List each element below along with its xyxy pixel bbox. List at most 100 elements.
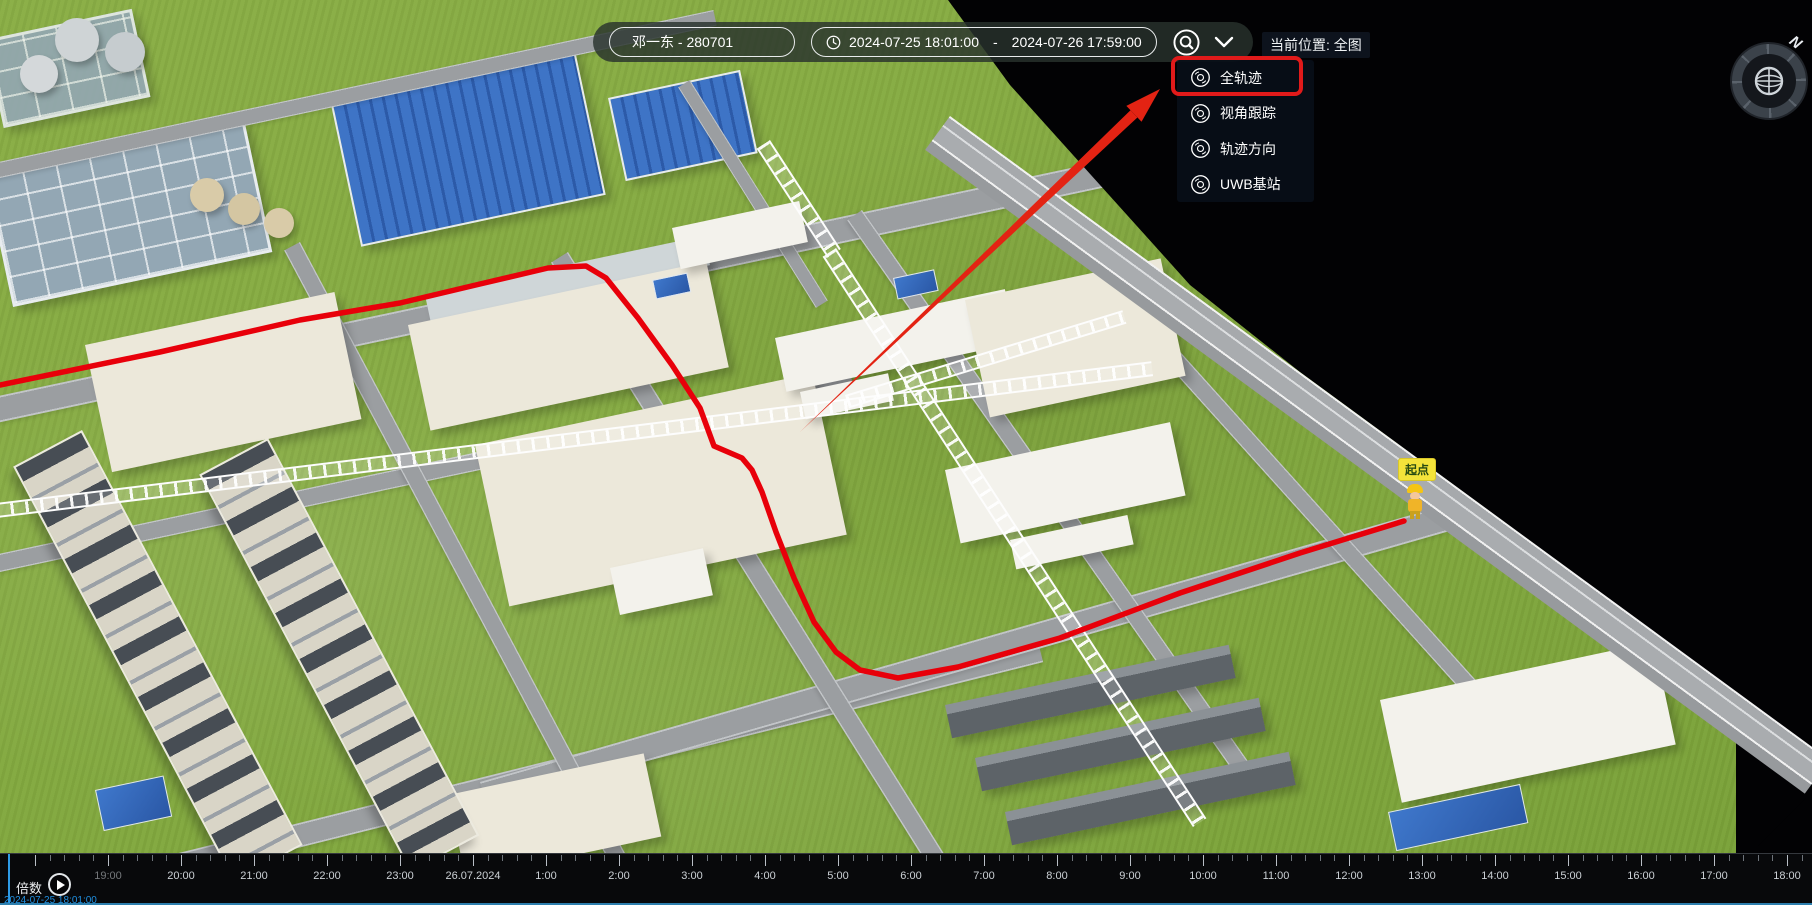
timeline-tick — [1743, 855, 1744, 861]
timeline-tick-label: 8:00 — [1022, 870, 1092, 882]
timeline-tick — [225, 855, 226, 861]
timeline-tick — [64, 855, 65, 861]
timeline-tick — [502, 855, 503, 861]
timeline-tick — [809, 855, 810, 861]
timeline-tick — [1699, 855, 1700, 861]
timeline-tick — [1612, 855, 1613, 861]
timeline-tick — [1042, 855, 1043, 861]
timeline-tick — [1057, 855, 1058, 866]
play-icon — [57, 880, 65, 890]
timeline-tick — [1334, 855, 1335, 861]
timeline-tick — [955, 855, 956, 861]
timeline-tick — [926, 855, 927, 861]
dropdown-toggle-button[interactable] — [1214, 36, 1234, 48]
timeline-tick — [312, 855, 313, 861]
timeline-tick — [1626, 855, 1627, 861]
timeline-tick — [458, 855, 459, 861]
timeline-tick-label: 7:00 — [949, 870, 1019, 882]
timeline-tick — [780, 855, 781, 861]
timeline-tick — [473, 855, 474, 866]
timeline-tick — [575, 855, 576, 861]
timeline-tick — [400, 855, 401, 866]
timeline-tick — [794, 855, 795, 861]
trajectory-direction-icon — [1190, 138, 1211, 159]
clock-icon — [826, 35, 841, 50]
timeline-tick — [1437, 855, 1438, 861]
compass-widget[interactable]: N — [1730, 42, 1808, 120]
timeline-tick — [604, 855, 605, 861]
timeline-tick — [1291, 855, 1292, 861]
timeline-tick — [1524, 855, 1525, 861]
chevron-down-icon — [1214, 36, 1234, 48]
timeline-tick — [1495, 855, 1496, 866]
timeline-tick — [736, 855, 737, 861]
full-trajectory-icon — [1190, 67, 1211, 88]
timeline-tick — [765, 855, 766, 866]
map-digester-tank — [190, 178, 224, 212]
trajectory-options-menu: 全轨迹视角跟踪轨迹方向UWB基站 — [1177, 60, 1314, 202]
worker-body — [1408, 499, 1422, 512]
timeline-tick — [531, 855, 532, 861]
timeline-tick — [152, 855, 153, 861]
play-button[interactable] — [48, 873, 71, 896]
timeline-tick — [108, 855, 109, 866]
timeline-tick — [750, 855, 751, 861]
menu-item-uwb-station[interactable]: UWB基站 — [1177, 167, 1314, 203]
menu-item-label: 视角跟踪 — [1220, 103, 1276, 123]
timeline-tick — [342, 855, 343, 861]
map-3d-viewport[interactable] — [0, 0, 1812, 905]
timeline-tick — [1422, 855, 1423, 866]
timeline-tick — [1553, 855, 1554, 861]
timeline-tick — [1115, 855, 1116, 861]
timeline-tick — [1641, 855, 1642, 866]
map-storage-tank — [20, 55, 58, 93]
timeline-tick — [619, 855, 620, 866]
menu-item-full-trajectory[interactable]: 全轨迹 — [1177, 60, 1314, 96]
app-window: 起点 邓一东 - 280701 2024-07-25 18:01:00 - 20… — [0, 0, 1812, 905]
timeline-tick — [1305, 855, 1306, 861]
timeline-tick — [210, 855, 211, 861]
menu-item-view-tracking[interactable]: 视角跟踪 — [1177, 96, 1314, 132]
timeline-tick — [1145, 855, 1146, 861]
timeline-tick — [1320, 855, 1321, 861]
time-range-picker[interactable]: 2024-07-25 18:01:00 - 2024-07-26 17:59:0… — [811, 27, 1157, 57]
timeline-tick — [1480, 855, 1481, 861]
timeline-tick — [517, 855, 518, 861]
timeline-tick-label: 9:00 — [1095, 870, 1165, 882]
timeline-tick — [239, 855, 240, 861]
timeline-tick — [1714, 855, 1715, 866]
menu-item-trajectory-direction[interactable]: 轨迹方向 — [1177, 131, 1314, 167]
timeline-tick — [1159, 855, 1160, 861]
timeline-tick — [488, 855, 489, 861]
timeline-tick — [590, 855, 591, 861]
timeline-tick-label: 16:00 — [1606, 870, 1676, 882]
timeline-tick — [867, 855, 868, 861]
playback-speed-label: 倍数 — [16, 878, 42, 897]
person-selector[interactable]: 邓一东 - 280701 — [609, 27, 795, 57]
locate-mode-button[interactable] — [1173, 29, 1200, 56]
timeline-tick-label: 19:00 — [73, 870, 143, 882]
timeline-tick — [356, 855, 357, 861]
timeline-tick-label: 23:00 — [365, 870, 435, 882]
timeline-tick-label: 2:00 — [584, 870, 654, 882]
timeline-tick — [1656, 855, 1657, 861]
timeline-tick — [1174, 855, 1175, 861]
timeline-tick — [838, 855, 839, 866]
timeline-tick-label: 17:00 — [1679, 870, 1749, 882]
timeline-tick — [984, 855, 985, 866]
timeline-tick — [50, 855, 51, 861]
timeline-tick — [823, 855, 824, 861]
timeline-tick — [1203, 855, 1204, 866]
timeline-tick — [1261, 855, 1262, 861]
timeline-tick-label: 5:00 — [803, 870, 873, 882]
timeline-tick — [196, 855, 197, 861]
timeline-tick — [1028, 855, 1029, 861]
timeline-tick — [1568, 855, 1569, 866]
timeline-tick — [1510, 855, 1511, 861]
timeline-tick — [1670, 855, 1671, 861]
timeline-bar[interactable]: 19:0020:0021:0022:0023:0026.07.20241:002… — [0, 853, 1812, 905]
timeline-tick-label: 21:00 — [219, 870, 289, 882]
time-range-start: 2024-07-25 18:01:00 — [849, 34, 979, 50]
timeline-tick — [663, 855, 664, 861]
locate-magnifier-icon — [1173, 29, 1200, 56]
